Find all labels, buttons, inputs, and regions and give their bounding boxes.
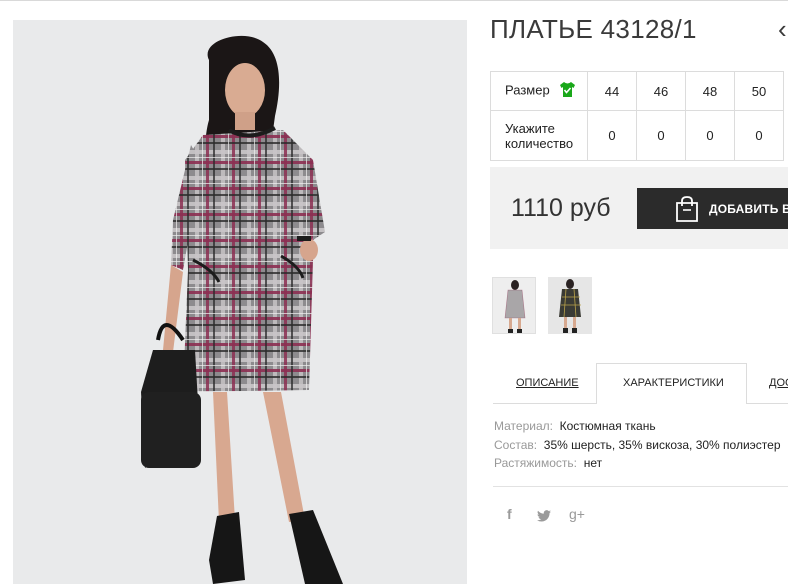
size-column-50: 50 [734, 71, 784, 111]
top-border [0, 0, 788, 1]
spec-material: Материал: Костюмная ткань [494, 419, 656, 433]
price: 1110 руб [511, 194, 611, 222]
quantity-label: Укажите количество [490, 110, 588, 161]
add-to-cart-label: ДОБАВИТЬ В З [709, 202, 788, 216]
size-column-46: 46 [636, 71, 686, 111]
spec-value: нет [583, 456, 603, 470]
size-label: Размер [505, 82, 550, 98]
quantity-input-44[interactable]: 0 [587, 110, 637, 161]
price-panel: 1110 руб ДОБАВИТЬ В З [490, 167, 788, 249]
spec-stretch: Растяжимость: нет [494, 456, 602, 470]
spec-value: 35% шерсть, 35% вискоза, 30% полиэстер [543, 438, 781, 452]
tab-delivery[interactable]: ДОС [769, 377, 788, 389]
google-plus-icon[interactable]: g+ [569, 506, 585, 522]
title-overflow-glyph: ‹ [778, 14, 787, 44]
twitter-icon[interactable] [537, 509, 551, 527]
facebook-icon[interactable]: f [507, 506, 512, 522]
thumbnail-1[interactable] [492, 277, 536, 334]
tab-baseline-left [493, 403, 596, 404]
tshirt-icon[interactable] [559, 82, 576, 100]
size-column-48: 48 [685, 71, 735, 111]
spec-composition: Состав: 35% шерсть, 35% вискоза, 30% пол… [494, 438, 781, 452]
quantity-input-50[interactable]: 0 [734, 110, 784, 161]
quantity-input-48[interactable]: 0 [685, 110, 735, 161]
thumbnail-2[interactable] [548, 277, 592, 334]
size-table: Размер 44 46 48 50 Укажите количество 0 … [490, 71, 784, 161]
spec-key: Состав: [494, 438, 538, 452]
main-product-image[interactable] [13, 20, 467, 584]
add-to-cart-button[interactable]: ДОБАВИТЬ В З [637, 188, 788, 229]
tab-baseline-right [747, 403, 788, 404]
spec-value: Костюмная ткань [559, 419, 656, 433]
tab-characteristics[interactable]: ХАРАКТЕРИСТИКИ [623, 377, 724, 389]
size-column-44: 44 [587, 71, 637, 111]
quantity-input-46[interactable]: 0 [636, 110, 686, 161]
spec-key: Растяжимость: [494, 456, 578, 470]
tab-description[interactable]: ОПИСАНИЕ [516, 377, 579, 389]
product-title: ПЛАТЬЕ 43128/1 [490, 14, 697, 44]
spec-key: Материал: [494, 419, 553, 433]
shopping-bag-icon [675, 196, 699, 225]
divider [493, 486, 788, 487]
size-label-cell: Размер [490, 71, 588, 111]
